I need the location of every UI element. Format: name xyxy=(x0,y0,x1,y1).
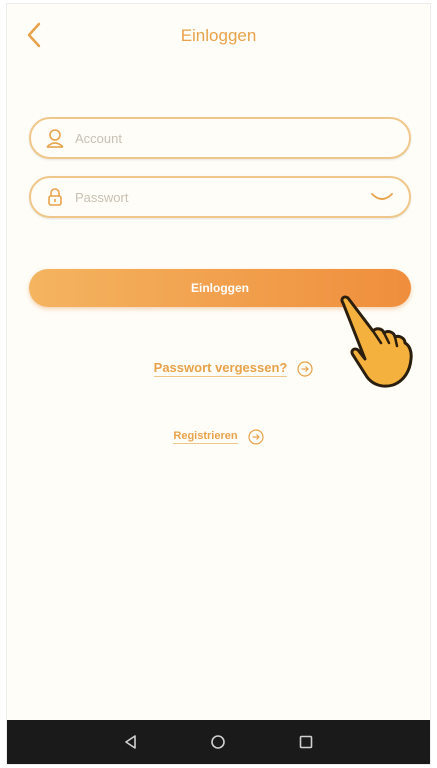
app-screen: Einloggen Einloggen Passwor xyxy=(6,3,431,765)
lock-icon xyxy=(43,185,67,209)
hand-pointer-icon xyxy=(340,295,413,388)
password-field[interactable] xyxy=(29,176,411,218)
register-link[interactable]: Registrieren xyxy=(7,429,430,445)
circle-arrow-right-icon xyxy=(247,429,264,445)
square-recents-icon xyxy=(299,735,313,749)
forgot-password-label: Passwort vergessen? xyxy=(153,360,288,377)
circle-home-icon xyxy=(211,735,226,749)
nav-back-button[interactable] xyxy=(119,730,143,754)
account-input[interactable] xyxy=(75,119,409,157)
header: Einloggen xyxy=(7,4,430,66)
password-input[interactable] xyxy=(75,178,367,216)
page-title: Einloggen xyxy=(180,26,257,45)
triangle-back-icon xyxy=(125,735,136,749)
account-field[interactable] xyxy=(29,117,411,159)
nav-home-button[interactable] xyxy=(206,730,230,754)
user-icon xyxy=(43,126,67,150)
system-nav-bar xyxy=(7,720,430,764)
password-visibility-toggle[interactable] xyxy=(367,187,397,207)
register-label: Registrieren xyxy=(173,430,238,444)
circle-arrow-right-icon xyxy=(297,360,313,377)
nav-recents-button[interactable] xyxy=(294,730,318,754)
eye-closed-icon xyxy=(371,193,393,200)
